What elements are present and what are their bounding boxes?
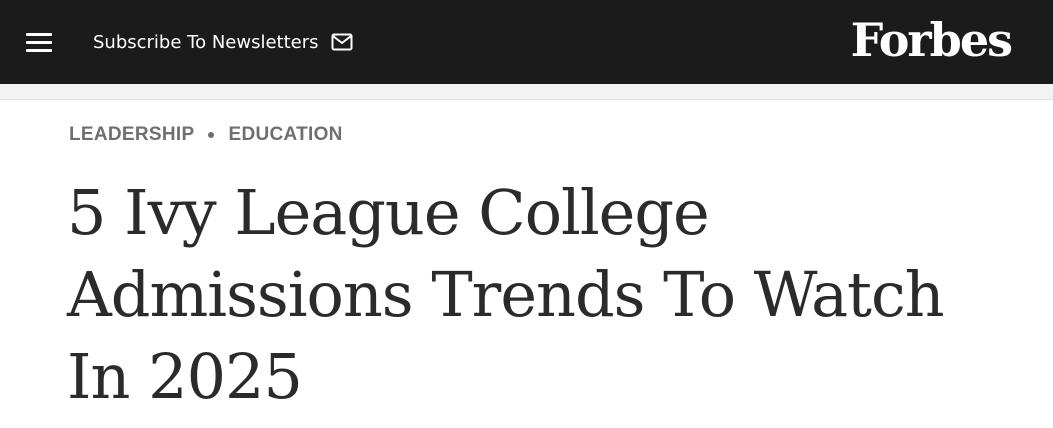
subscribe-label: Subscribe To Newsletters <box>93 31 319 53</box>
forbes-logo[interactable]: Forbes <box>851 10 1013 70</box>
separator-dot <box>208 132 215 138</box>
channel-link-education[interactable]: EDUCATION <box>228 124 342 146</box>
article-headline: 5 Ivy League College Admissions Trends T… <box>67 176 945 413</box>
header-divider-strip <box>0 84 1053 100</box>
menu-line <box>26 49 52 52</box>
top-navigation-bar: Subscribe To Newsletters Forbes <box>0 0 1053 84</box>
subscribe-newsletters-link[interactable]: Subscribe To Newsletters <box>93 28 353 56</box>
menu-line <box>26 33 52 36</box>
envelope-icon <box>331 33 353 51</box>
channel-link-leadership[interactable]: LEADERSHIP <box>69 124 194 146</box>
article-channels: LEADERSHIP EDUCATION <box>69 124 343 146</box>
hamburger-menu-icon[interactable] <box>26 31 52 53</box>
menu-line <box>26 41 52 44</box>
